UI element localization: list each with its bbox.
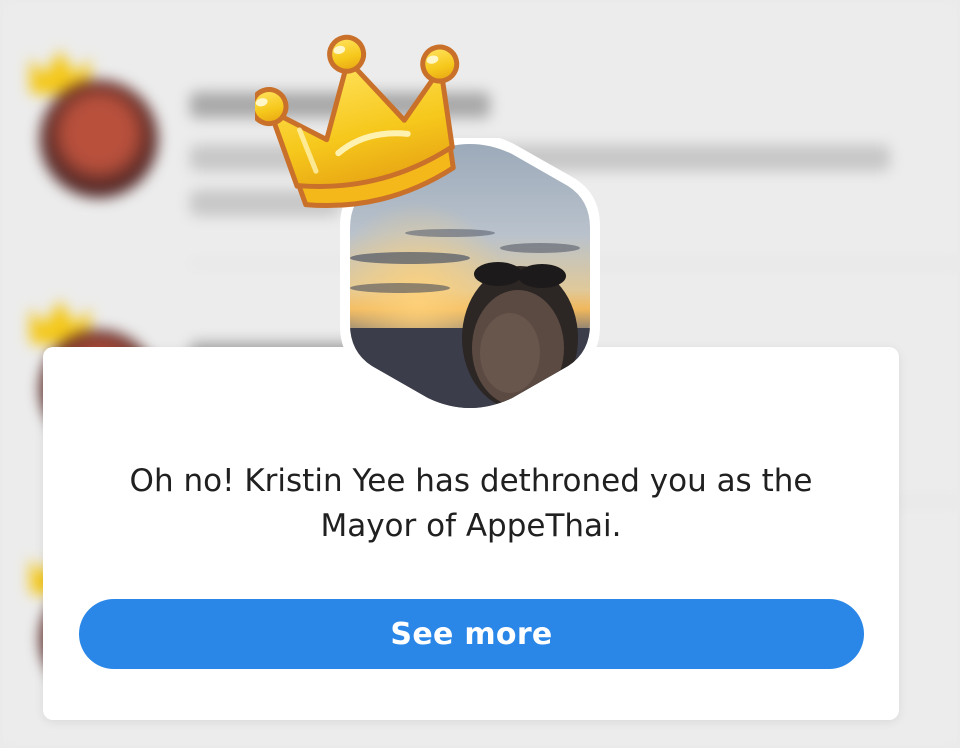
see-more-button[interactable]: See more bbox=[79, 599, 864, 669]
mayor-dethroned-screen: Oh no! Kristin Yee has dethroned you as … bbox=[0, 0, 960, 748]
crown-icon bbox=[249, 18, 475, 218]
avatar bbox=[40, 80, 158, 198]
dialog-message: Oh no! Kristin Yee has dethroned you as … bbox=[129, 463, 813, 544]
